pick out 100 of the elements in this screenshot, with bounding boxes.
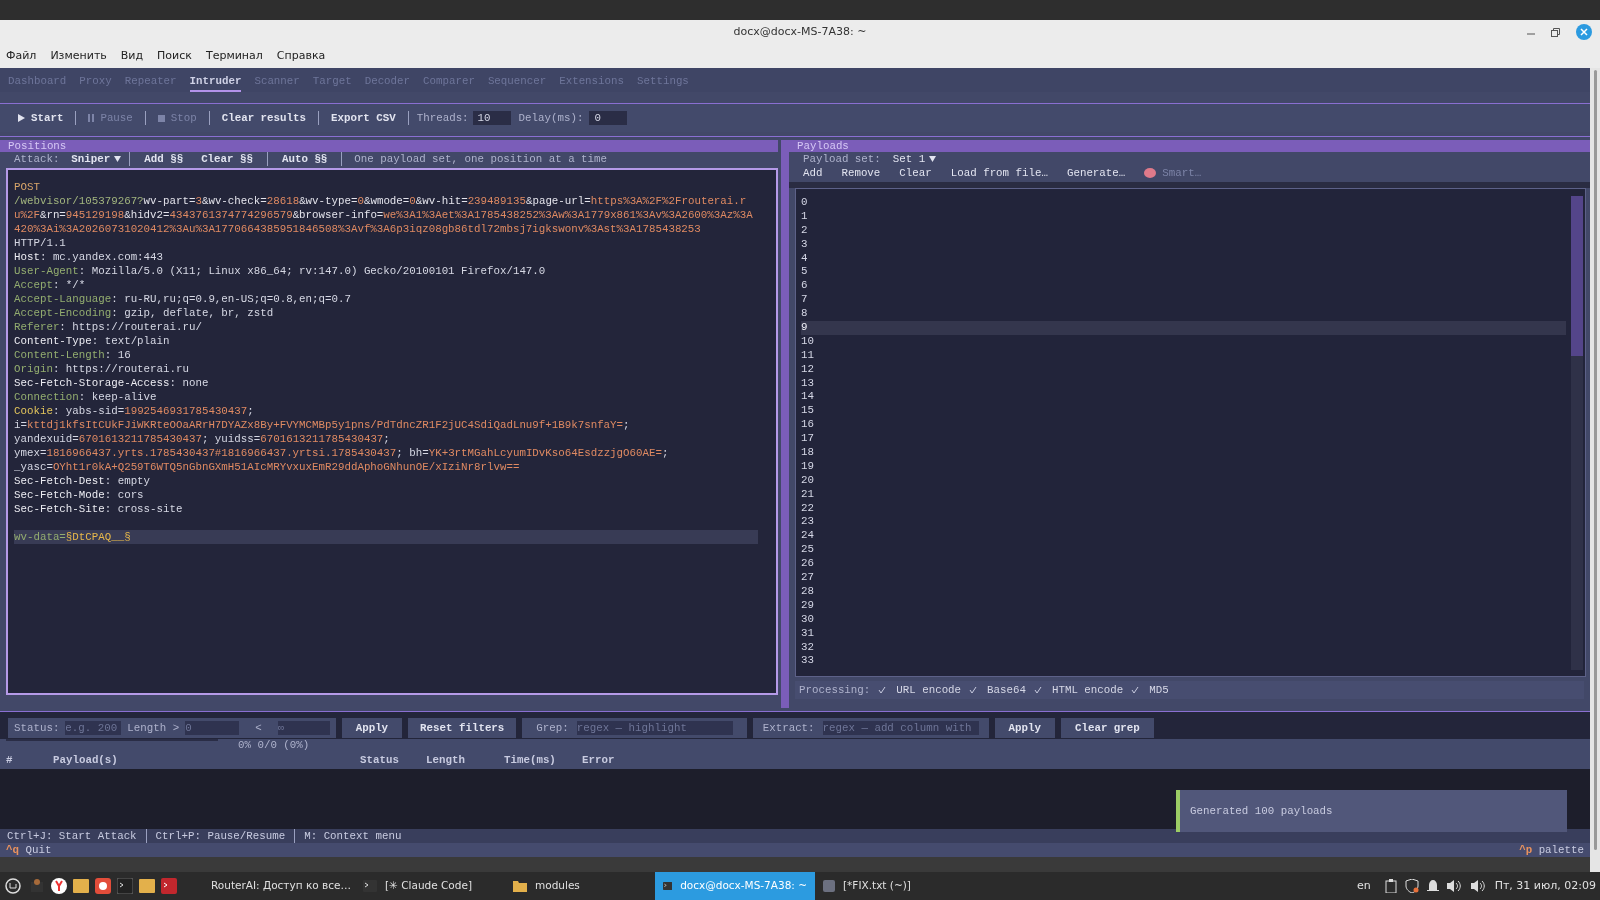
column-header[interactable]: Error	[582, 753, 662, 767]
request-editor[interactable]	[6, 168, 778, 695]
payload-item[interactable]: 11	[801, 348, 1566, 363]
payload-action-button[interactable]: Load from file…	[950, 166, 1048, 180]
toolbar-button[interactable]: Export CSV	[326, 111, 400, 125]
payload-item[interactable]: 19	[801, 459, 1566, 474]
taskbar-task[interactable]: [✳ Claude Code]	[355, 872, 505, 900]
menu-icon[interactable]	[5, 878, 21, 894]
close-icon[interactable]	[1576, 24, 1592, 40]
attack-type-dropdown[interactable]: Sniper	[71, 152, 122, 166]
payload-item[interactable]: 30	[801, 612, 1566, 627]
payload-item[interactable]: 15	[801, 404, 1566, 419]
column-header[interactable]: #	[0, 753, 53, 767]
payload-item[interactable]: 20	[801, 473, 1566, 488]
apply-button[interactable]: Apply	[994, 718, 1055, 738]
terminal-icon[interactable]	[161, 878, 177, 894]
column-header[interactable]: Status	[360, 753, 426, 767]
processing-toggle[interactable]: MD5	[1131, 683, 1169, 697]
toolbar-button[interactable]: Start	[14, 111, 68, 125]
payload-list[interactable]: 0 1 2 3 4 5 6 7 8 9 10 11 12 13 14 15 16 17 18 19 20 21 22 23 24 25 26 27 28 29 30 31 32 33	[795, 188, 1586, 677]
apply-button[interactable]: Apply	[341, 718, 403, 738]
processing-toggle[interactable]: Base64	[969, 683, 1026, 697]
payload-item[interactable]: 23	[801, 515, 1566, 530]
threads-field[interactable]: 10	[472, 111, 511, 125]
processing-toggle[interactable]: HTML encode	[1033, 683, 1124, 697]
length-min-field[interactable]: 0	[185, 721, 240, 735]
payload-action-button[interactable]: Add	[803, 166, 823, 180]
payload-item[interactable]: 29	[801, 598, 1566, 613]
payload-item[interactable]: 31	[801, 626, 1566, 641]
payload-item[interactable]: 2	[801, 223, 1566, 238]
column-header[interactable]: Payload(s)	[53, 753, 360, 767]
payload-item[interactable]: 3	[801, 237, 1566, 252]
payload-item[interactable]: 13	[801, 376, 1566, 391]
reset-filters-button[interactable]: Reset filters	[408, 718, 517, 738]
palette-hint[interactable]: ^p palette	[1519, 843, 1584, 857]
payload-item[interactable]: 9	[801, 321, 1566, 335]
payload-item[interactable]: 21	[801, 487, 1566, 502]
menu-item[interactable]: Изменить	[50, 48, 107, 65]
payload-item[interactable]: 6	[801, 279, 1566, 294]
scrollbar[interactable]	[1571, 196, 1583, 670]
toolbar-button[interactable]: Clear results	[217, 111, 310, 125]
grep-field[interactable]: regex — highlight	[576, 721, 733, 735]
window-scrollbar[interactable]	[1590, 68, 1600, 872]
positions-button[interactable]: Add §§	[144, 152, 184, 166]
menu-item[interactable]: Файл	[6, 48, 37, 65]
payload-item[interactable]: 1	[801, 209, 1566, 224]
payload-item[interactable]: 17	[801, 432, 1566, 447]
launcher-icon[interactable]	[29, 878, 45, 894]
clock[interactable]: Пт, 31 июл, 02:09	[1494, 877, 1596, 895]
terminal-icon[interactable]	[117, 878, 133, 894]
length-max-field[interactable]: ∞	[277, 721, 330, 735]
column-header[interactable]: Length	[426, 753, 504, 767]
extract-field[interactable]: regex — add column with	[822, 721, 979, 735]
payload-action-button[interactable]: Clear	[899, 166, 932, 180]
shield-icon[interactable]	[1404, 879, 1419, 893]
payload-item[interactable]: 18	[801, 446, 1566, 460]
menu-item[interactable]: Терминал	[205, 48, 263, 65]
menu-item[interactable]: Поиск	[157, 48, 192, 65]
browser-icon[interactable]	[51, 878, 67, 894]
payload-item[interactable]: 33	[801, 654, 1566, 669]
payload-item[interactable]: 28	[801, 584, 1566, 599]
payload-item[interactable]: 24	[801, 529, 1566, 544]
column-header[interactable]: Time(ms)	[504, 753, 582, 767]
taskbar-task[interactable]: RouterAI: Доступ ко все…	[195, 872, 355, 900]
speaker-icon[interactable]	[1470, 879, 1487, 893]
payload-item[interactable]: 14	[801, 390, 1566, 405]
clear-grep-button[interactable]: Clear grep	[1061, 718, 1154, 738]
payload-item[interactable]: 4	[801, 251, 1566, 266]
payload-item[interactable]: 32	[801, 640, 1566, 655]
app-icon[interactable]	[95, 878, 111, 894]
positions-button[interactable]: Clear §§	[201, 152, 253, 166]
processing-toggle[interactable]: URL encode	[878, 683, 962, 697]
speaker-icon[interactable]	[1446, 879, 1463, 893]
payload-item[interactable]: 8	[801, 307, 1566, 321]
payload-action-button[interactable]: Remove	[841, 166, 881, 180]
payload-item[interactable]: 5	[801, 265, 1566, 280]
menu-item[interactable]: Вид	[120, 48, 144, 65]
payload-item[interactable]: 0	[801, 196, 1566, 210]
taskbar-task[interactable]: modules	[505, 872, 655, 900]
payload-item[interactable]: 22	[801, 501, 1566, 516]
payload-item[interactable]: 16	[801, 418, 1566, 433]
maximize-icon[interactable]	[1551, 27, 1560, 37]
menu-item[interactable]: Справка	[276, 48, 326, 65]
payload-item[interactable]: 7	[801, 293, 1566, 308]
tab[interactable]: Intruder	[189, 74, 242, 92]
keyboard-layout[interactable]: en	[1356, 877, 1371, 895]
payload-item[interactable]: 25	[801, 543, 1566, 558]
payload-action-button[interactable]: Generate…	[1066, 166, 1126, 180]
payload-item[interactable]: 12	[801, 362, 1566, 377]
payload-item[interactable]: 26	[801, 557, 1566, 572]
clipboard-icon[interactable]	[1384, 879, 1397, 893]
bell-icon[interactable]	[1426, 879, 1439, 893]
delay-field[interactable]: 0	[589, 111, 628, 125]
status-field[interactable]: e.g. 200	[65, 721, 122, 735]
taskbar-task[interactable]: [*FIX.txt (~)]	[815, 872, 925, 900]
quit-hint[interactable]: ^q Quit	[6, 843, 52, 857]
payload-item[interactable]: 27	[801, 571, 1566, 585]
payload-item[interactable]: 10	[801, 334, 1566, 349]
positions-button[interactable]: Auto §§	[282, 152, 328, 166]
payload-set-dropdown[interactable]: Set 1	[892, 152, 937, 166]
